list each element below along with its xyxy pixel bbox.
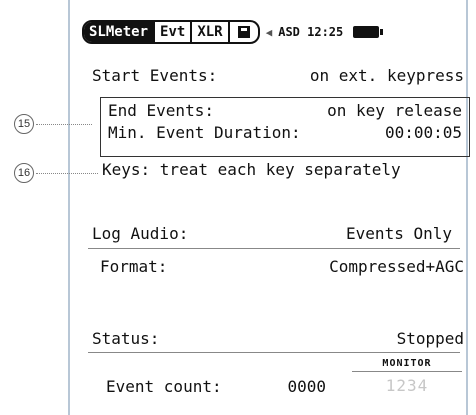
battery-icon: [353, 26, 384, 38]
callout-15-leader: [36, 124, 92, 125]
tab-save[interactable]: [227, 22, 258, 42]
top-bar: SLMeter Evt XLR ◀ ASD 12:25: [82, 20, 472, 44]
start-events-label: Start Events:: [92, 66, 218, 85]
monitor-digits: 1234: [385, 376, 429, 395]
keys-label: Keys: treat each key separately: [102, 160, 401, 179]
log-audio-value: Events Only: [346, 224, 452, 243]
monitor-label: MONITOR: [382, 358, 432, 369]
status-row: Status: Stopped: [92, 329, 464, 348]
event-count-value: 0000: [287, 377, 326, 396]
callout-16-leader: [36, 173, 98, 174]
log-audio-row[interactable]: Log Audio: Events Only: [92, 224, 464, 243]
device-screen: SLMeter Evt XLR ◀ ASD 12:25 Start Events…: [68, 0, 470, 415]
end-events-label: End Events:: [108, 101, 214, 120]
callout-15: 15: [14, 114, 34, 134]
event-count-label: Event count:: [106, 377, 222, 396]
format-label: Format:: [100, 257, 168, 276]
status-label: Status:: [92, 329, 160, 348]
start-events-row[interactable]: Start Events: on ext. keypress: [92, 66, 464, 85]
tab-xlr[interactable]: XLR: [190, 22, 227, 42]
start-events-value: on ext. keypress: [309, 66, 464, 85]
min-duration-label: Min. Event Duration:: [108, 123, 301, 142]
keys-row[interactable]: Keys: treat each key separately: [102, 160, 464, 179]
monitor-panel[interactable]: MONITOR 1234: [352, 358, 462, 395]
speaker-icon: ◀: [265, 25, 273, 39]
format-row[interactable]: Format: Compressed+AGC: [100, 257, 464, 276]
tab-group: SLMeter Evt XLR: [82, 20, 260, 44]
min-duration-row[interactable]: Min. Event Duration: 00:00:05: [108, 123, 462, 142]
end-events-row[interactable]: End Events: on key release: [108, 101, 462, 120]
status-divider: [88, 352, 460, 353]
status-text: ASD 12:25: [278, 25, 344, 39]
tab-slmeter[interactable]: SLMeter: [84, 22, 154, 42]
event-count-row: Event count: 0000: [106, 377, 326, 396]
status-value: Stopped: [396, 329, 464, 348]
log-audio-label: Log Audio:: [92, 224, 189, 243]
monitor-divider: [352, 371, 462, 372]
log-audio-divider: [88, 248, 460, 249]
tab-evt[interactable]: Evt: [153, 22, 190, 42]
format-value: Compressed+AGC: [329, 257, 464, 276]
min-duration-value: 00:00:05: [384, 123, 462, 142]
save-icon: [237, 26, 250, 38]
callout-16: 16: [14, 163, 34, 183]
end-events-value: on key release: [327, 101, 462, 120]
